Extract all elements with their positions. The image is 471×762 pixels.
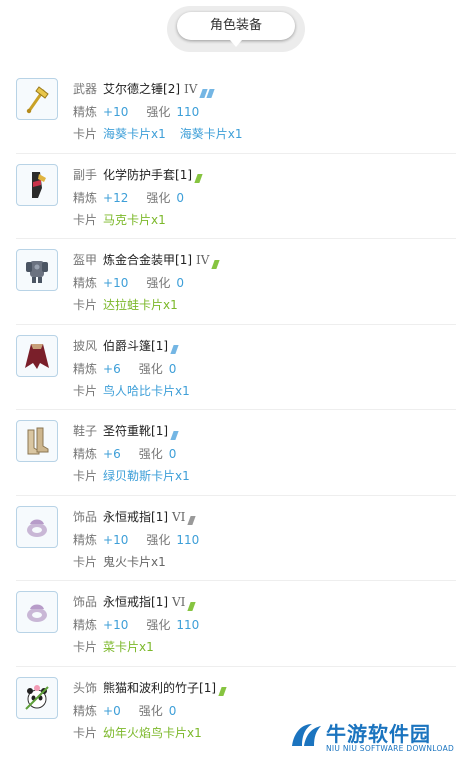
refine-value: +12 bbox=[103, 190, 129, 205]
card-name[interactable]: 幼年火焰鸟卡片x1 bbox=[103, 726, 202, 740]
enhance-value: 0 bbox=[176, 276, 184, 290]
card-name[interactable]: 菜卡片x1 bbox=[103, 640, 154, 654]
item-name: 圣符重靴[1] bbox=[103, 424, 169, 438]
equipment-item[interactable]: 副手 化学防护手套[1] 精炼 +12 强化 0 卡片 马克卡片x1 bbox=[16, 154, 456, 239]
character-equipment-tab[interactable]: 角色装备 bbox=[177, 12, 295, 47]
item-name: 艾尔德之锤[2] bbox=[103, 82, 181, 96]
refine-value: +10 bbox=[103, 532, 129, 547]
boots-icon[interactable] bbox=[16, 420, 58, 462]
slot-label: 鞋子 bbox=[73, 424, 98, 438]
card-name[interactable]: 鬼火卡片x1 bbox=[103, 555, 166, 569]
slot-slash-icon bbox=[170, 427, 179, 440]
watermark-logo: 牛游软件园 NIU NIU SOFTWARE DOWNLOAD bbox=[288, 718, 458, 758]
equipment-item[interactable]: 披风 伯爵斗篷[1] 精炼 +6 强化 0 卡片 鸟人哈比卡片x1 bbox=[16, 325, 456, 410]
refine-value: +0 bbox=[103, 703, 121, 718]
refine-label: 精炼 bbox=[73, 190, 98, 205]
enhance-label: 强化 bbox=[146, 276, 171, 290]
card-label: 卡片 bbox=[73, 725, 98, 740]
slot-slash-icon bbox=[218, 683, 227, 696]
enhance-label: 强化 bbox=[138, 361, 163, 376]
equipment-item[interactable]: 盔甲 炼金合金装甲[1] IV 精炼 +10 强化 0 卡片 达拉蛙卡片x1 bbox=[16, 239, 456, 325]
slot-label: 披风 bbox=[73, 338, 98, 353]
niuniu-logo-icon bbox=[292, 724, 321, 746]
slot-label: 副手 bbox=[73, 167, 98, 182]
enhance-value: 0 bbox=[168, 447, 177, 461]
slot-slash-icon bbox=[199, 85, 216, 98]
enhance-label: 强化 bbox=[146, 190, 171, 205]
slot-slash-icon bbox=[170, 341, 179, 354]
enhance-value: 110 bbox=[176, 105, 200, 119]
card-label: 卡片 bbox=[73, 640, 98, 654]
glove-icon[interactable] bbox=[16, 163, 58, 206]
slot-slash-icon bbox=[187, 512, 197, 525]
enhance-label: 强化 bbox=[138, 447, 163, 461]
equipment-item[interactable]: 饰品 永恒戒指[1] VI 精炼 +10 强化 110 卡片 鬼火卡片x1 bbox=[16, 496, 456, 581]
card-label: 卡片 bbox=[73, 298, 98, 312]
refine-label: 精炼 bbox=[73, 703, 98, 718]
equipment-item[interactable]: 鞋子 圣符重靴[1] 精炼 +6 强化 0 卡片 绿贝勒斯卡片x1 bbox=[16, 410, 456, 496]
refine-label: 精炼 bbox=[73, 105, 98, 119]
watermark-title: 牛游软件园 bbox=[326, 722, 431, 746]
refine-value: +10 bbox=[103, 105, 129, 119]
slot-label: 盔甲 bbox=[73, 253, 98, 267]
ring-icon[interactable] bbox=[16, 505, 58, 548]
armor-icon[interactable] bbox=[16, 249, 58, 291]
card-name[interactable]: 马克卡片x1 bbox=[103, 213, 166, 227]
card-label: 卡片 bbox=[73, 212, 98, 227]
enhance-value: 110 bbox=[176, 618, 200, 632]
watermark-subtitle: NIU NIU SOFTWARE DOWNLOAD bbox=[326, 744, 455, 753]
refine-value: +10 bbox=[103, 276, 129, 290]
enhance-value: 110 bbox=[176, 532, 200, 547]
card-label: 卡片 bbox=[73, 127, 98, 141]
equipment-item[interactable]: 饰品 永恒戒指[1] VI 精炼 +10 强化 110 卡片 菜卡片x1 bbox=[16, 581, 456, 667]
cape-icon[interactable] bbox=[16, 334, 58, 377]
slot-label: 饰品 bbox=[73, 595, 98, 609]
refine-label: 精炼 bbox=[73, 276, 98, 290]
enhance-value: 0 bbox=[168, 703, 177, 718]
item-name: 伯爵斗篷[1] bbox=[103, 338, 169, 353]
enhance-label: 强化 bbox=[146, 618, 171, 632]
item-name: 永恒戒指[1] bbox=[103, 595, 169, 609]
enhance-label: 强化 bbox=[146, 105, 171, 119]
enhance-value: 0 bbox=[168, 361, 177, 376]
slot-slash-icon bbox=[194, 170, 203, 183]
equipment-item[interactable]: 武器 艾尔德之锤[2] IV 精炼 +10 强化 110 卡片 海葵卡片x1 海葵卡片x1 bbox=[16, 68, 456, 154]
card-label: 卡片 bbox=[73, 554, 98, 569]
card-name[interactable]: 海葵卡片x1 bbox=[180, 127, 243, 141]
card-label: 卡片 bbox=[73, 469, 98, 483]
enhance-label: 强化 bbox=[138, 703, 163, 718]
item-name: 化学防护手套[1] bbox=[103, 167, 193, 182]
enhance-value: 0 bbox=[176, 190, 184, 205]
slot-label: 武器 bbox=[73, 82, 98, 96]
item-tier: VI bbox=[172, 595, 186, 609]
refine-label: 精炼 bbox=[73, 618, 98, 632]
item-name: 永恒戒指[1] bbox=[103, 509, 169, 524]
refine-label: 精炼 bbox=[73, 532, 98, 547]
card-name[interactable]: 鸟人哈比卡片x1 bbox=[103, 384, 190, 398]
item-tier: VI bbox=[172, 509, 186, 524]
card-name[interactable]: 绿贝勒斯卡片x1 bbox=[103, 469, 190, 483]
item-name: 熊猫和波利的竹子[1] bbox=[103, 680, 217, 695]
panda-headgear-icon[interactable] bbox=[16, 676, 58, 719]
slot-slash-icon bbox=[187, 598, 197, 611]
hammer-icon[interactable] bbox=[16, 78, 58, 120]
refine-value: +6 bbox=[103, 447, 121, 461]
slot-label: 头饰 bbox=[73, 680, 98, 695]
enhance-label: 强化 bbox=[146, 532, 171, 547]
equipment-list: 武器 艾尔德之锤[2] IV 精炼 +10 强化 110 卡片 海葵卡片x1 海葵卡片x1 副手 化学… bbox=[16, 68, 456, 752]
refine-value: +10 bbox=[103, 618, 129, 632]
card-name[interactable]: 海葵卡片x1 bbox=[103, 127, 166, 141]
refine-label: 精炼 bbox=[73, 361, 98, 376]
slot-slash-icon bbox=[211, 256, 221, 269]
ring-icon[interactable] bbox=[16, 591, 58, 633]
item-tier: IV bbox=[184, 82, 198, 96]
slot-label: 饰品 bbox=[73, 509, 98, 524]
item-name: 炼金合金装甲[1] bbox=[103, 253, 193, 267]
item-tier: IV bbox=[196, 253, 210, 267]
refine-value: +6 bbox=[103, 361, 121, 376]
card-label: 卡片 bbox=[73, 383, 98, 398]
card-name[interactable]: 达拉蛙卡片x1 bbox=[103, 298, 178, 312]
refine-label: 精炼 bbox=[73, 447, 98, 461]
